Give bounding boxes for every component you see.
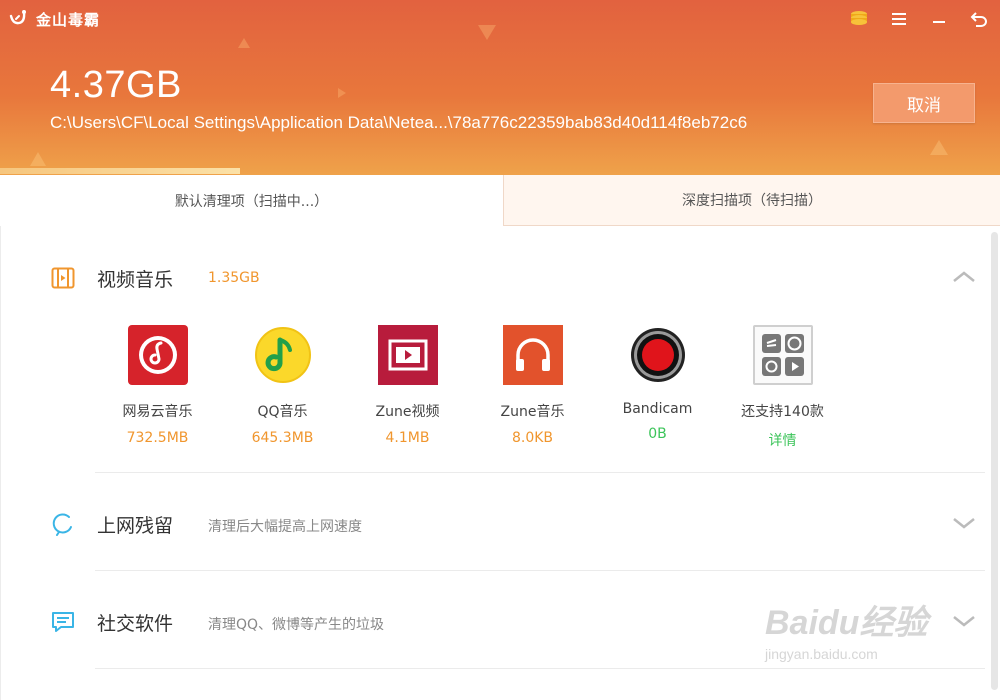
divider (95, 570, 985, 571)
coins-icon[interactable] (848, 8, 870, 30)
zune-video-icon (377, 325, 438, 385)
divider (95, 472, 985, 473)
section-web-residue: 上网残留 清理后大幅提高上网速度 (0, 493, 985, 553)
back-icon[interactable] (968, 8, 990, 30)
window-controls (848, 8, 990, 30)
app-size: 645.3MB (251, 430, 314, 446)
scan-progress-bar (0, 168, 240, 174)
app-title: 金山毒霸 (36, 10, 101, 29)
chevron-down-icon[interactable] (952, 611, 976, 631)
app-brand: 金山毒霸 (8, 6, 100, 32)
app-name: QQ音乐 (257, 404, 308, 420)
app-size: 732.5MB (126, 430, 189, 446)
header-banner: 金山毒霸 4.37GB C:\Users\CF\Local Settings\A… (0, 0, 1000, 175)
zune-music-icon (502, 325, 563, 385)
netease-music-icon (127, 325, 188, 385)
section-video-music: 视频音乐 1.35GB (0, 247, 985, 307)
watermark-brand: Baidu经验 (765, 604, 928, 642)
section-title: 上网残留 (97, 515, 174, 537)
qq-music-icon (253, 325, 313, 385)
scan-tabs: 默认清理项（扫描中...） 深度扫描项（待扫描） (0, 175, 1000, 226)
app-item[interactable]: Zune音乐 8.0KB (470, 325, 595, 450)
app-name: 还支持140款 (741, 404, 824, 420)
section-title: 视频音乐 (97, 269, 174, 291)
app-item[interactable]: Zune视频 4.1MB (345, 325, 470, 450)
chevron-down-icon[interactable] (952, 513, 976, 533)
app-item[interactable]: QQ音乐 645.3MB (220, 325, 345, 450)
divider (95, 668, 985, 669)
more-apps-icon (752, 325, 813, 385)
watermark-url: jingyan.baidu.com (765, 646, 878, 662)
scrollbar[interactable] (991, 232, 998, 690)
scan-total-size: 4.37GB (50, 64, 182, 106)
bandicam-icon (628, 325, 688, 385)
app-size: 8.0KB (511, 430, 554, 446)
section-size: 1.35GB (208, 270, 260, 286)
decor-triangle (338, 88, 346, 98)
app-name: 网易云音乐 (122, 404, 193, 420)
scan-current-path: C:\Users\CF\Local Settings\Application D… (50, 113, 748, 132)
app-item[interactable]: 还支持140款 详情 (720, 325, 845, 450)
minimize-icon[interactable] (928, 8, 950, 30)
chevron-up-icon[interactable] (952, 267, 976, 287)
browser-icon (50, 511, 76, 537)
app-item[interactable]: 网易云音乐 732.5MB (95, 325, 220, 450)
app-name: Zune音乐 (500, 404, 565, 420)
baidu-watermark: Baidu经验 jingyan.baidu.com (765, 595, 927, 662)
menu-icon[interactable] (888, 8, 910, 30)
decor-triangle (478, 25, 496, 40)
app-name: Zune视频 (375, 404, 440, 420)
tab-default-clean[interactable]: 默认清理项（扫描中...） (0, 175, 504, 226)
app-item[interactable]: Bandicam 0B (595, 325, 720, 450)
duba-logo-icon (9, 10, 26, 25)
tab-deep-scan[interactable]: 深度扫描项（待扫描） (504, 175, 1000, 226)
section-desc: 清理后大幅提高上网速度 (208, 519, 362, 535)
app-size: 0B (648, 426, 667, 442)
app-name: Bandicam (622, 401, 693, 417)
decor-triangle (930, 140, 948, 155)
video-icon (50, 265, 76, 291)
app-size: 4.1MB (385, 430, 430, 446)
decor-triangle (238, 38, 250, 48)
app-list: 网易云音乐 732.5MB QQ音乐 645.3MB Zune视频 4.1MB (95, 325, 845, 450)
app-details-link[interactable]: 详情 (769, 430, 797, 450)
chat-icon (50, 609, 76, 635)
cancel-button[interactable]: 取消 (873, 83, 975, 123)
section-desc: 清理QQ、微博等产生的垃圾 (208, 617, 385, 633)
decor-triangle (30, 152, 46, 166)
section-title: 社交软件 (97, 613, 174, 635)
